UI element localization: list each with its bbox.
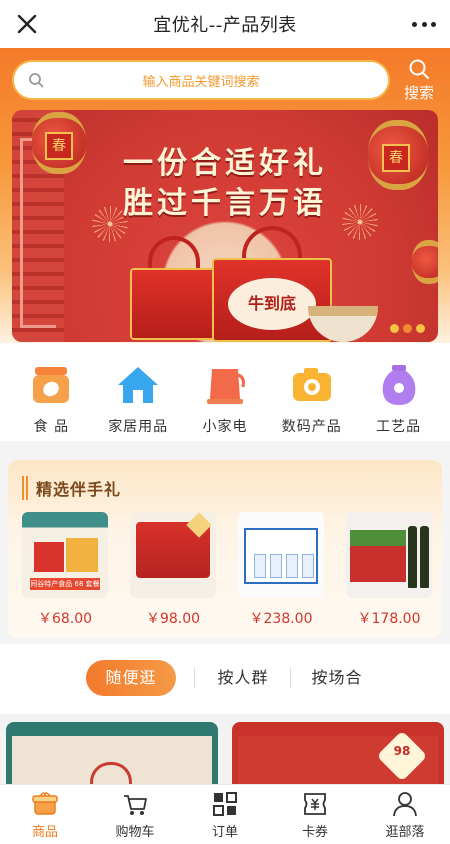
category-label: 数码产品	[281, 419, 342, 435]
category-label: 工艺品	[376, 419, 422, 435]
tab-divider	[194, 668, 195, 688]
category-home[interactable]: 家居用品	[96, 343, 180, 441]
section-title-marker	[22, 476, 28, 500]
bottle-shape	[420, 526, 429, 588]
tab-by-audience[interactable]: 按人群	[204, 660, 282, 696]
product-image[interactable]	[238, 512, 324, 598]
bottle-shape	[408, 526, 417, 588]
tab-browse-freely[interactable]: 随便逛	[86, 660, 176, 696]
category-label: 家居用品	[108, 419, 169, 435]
product-box-shape	[244, 528, 318, 584]
category-label: 食 品	[33, 419, 70, 435]
search-input[interactable]: 输入商品关键词搜索	[12, 60, 390, 100]
product-card[interactable]: 同谷特产食品 68 套餐 ￥68.00	[22, 512, 108, 628]
product-image[interactable]	[130, 512, 216, 598]
search-icon	[409, 59, 429, 79]
product-card[interactable]: 98	[232, 722, 444, 792]
category-food[interactable]: 食 品	[9, 343, 93, 441]
title-bar: 宜优礼--产品列表	[0, 0, 450, 48]
nav-label: 商品	[31, 825, 58, 840]
carousel-dot[interactable]	[390, 324, 399, 333]
gift-box-icon	[32, 792, 58, 815]
product-grid: 98	[0, 714, 450, 792]
craft-vase-icon	[382, 365, 415, 405]
search-placeholder: 输入商品关键词搜索	[142, 74, 260, 90]
search-button[interactable]: 搜索	[398, 58, 440, 102]
gift-box-text: 牛到底	[228, 278, 316, 330]
section-title: 精选伴手礼	[36, 480, 122, 499]
food-jar-icon	[33, 367, 70, 403]
nav-item-tribe[interactable]: 逛部落	[360, 785, 450, 844]
product-card[interactable]: ￥178.00	[346, 512, 432, 628]
coupon-icon	[304, 793, 326, 815]
bottom-nav: 商品 购物车 订单 卡券 逛部落	[0, 784, 450, 844]
search-icon	[29, 73, 44, 88]
nav-item-coupons[interactable]: 卡券	[270, 785, 360, 844]
more-options-icon[interactable]	[412, 12, 436, 36]
gift-box-image: 牛到底	[212, 258, 332, 342]
home-icon	[118, 367, 159, 403]
price-badge-text: 98	[393, 744, 411, 758]
nav-label: 逛部落	[385, 825, 425, 840]
nav-label: 卡券	[301, 825, 328, 840]
category-digital[interactable]: 数码产品	[270, 343, 354, 441]
gift-box-image	[130, 268, 218, 340]
close-icon[interactable]	[12, 9, 42, 39]
product-price: ￥98.00	[145, 611, 201, 627]
gift-bag-handle	[148, 236, 200, 272]
featured-section: 精选伴手礼 同谷特产食品 68 套餐 ￥68.00 ￥98.00 ￥238.00	[8, 460, 442, 638]
cart-icon	[124, 795, 147, 815]
product-image[interactable]	[346, 512, 432, 598]
camera-icon	[292, 368, 331, 401]
page-title: 宜优礼--产品列表	[153, 15, 297, 36]
product-price: ￥238.00	[249, 611, 313, 627]
banner-slogan-line1: 一份合适好礼	[123, 146, 327, 181]
search-button-label: 搜索	[403, 84, 434, 102]
promo-banner[interactable]: 春 春 一份合适好礼 胜过千言万语 牛到底	[12, 110, 438, 342]
lantern-icon	[412, 240, 438, 284]
category-label: 小家电	[202, 419, 248, 435]
category-craft[interactable]: 工艺品	[357, 343, 441, 441]
person-icon	[393, 792, 417, 817]
product-image[interactable]: 同谷特产食品 68 套餐	[22, 512, 108, 598]
product-card[interactable]: ￥238.00	[238, 512, 324, 628]
carousel-dot-active[interactable]	[403, 324, 412, 333]
nav-label: 订单	[211, 825, 238, 840]
product-tag: 同谷特产食品 68 套餐	[30, 578, 100, 590]
product-box-shape	[66, 538, 98, 572]
nav-item-products[interactable]: 商品	[0, 785, 90, 844]
product-price: ￥178.00	[357, 611, 421, 627]
gift-bag-handle	[242, 226, 302, 262]
nav-item-orders[interactable]: 订单	[180, 785, 270, 844]
nav-label: 购物车	[115, 825, 155, 840]
product-card[interactable]: ￥98.00	[130, 512, 216, 628]
category-nav: 食 品 家居用品 小家电 数码产品 工艺品	[0, 343, 450, 441]
order-grid-icon	[213, 792, 237, 816]
product-price: ￥68.00	[37, 611, 93, 627]
category-appliance[interactable]: 小家电	[183, 343, 267, 441]
carousel-indicator[interactable]	[390, 324, 425, 333]
product-box-shape	[34, 542, 64, 572]
carousel-dot[interactable]	[416, 324, 425, 333]
product-card[interactable]	[6, 722, 218, 792]
browse-tabs: 随便逛 按人群 按场合	[0, 644, 450, 714]
product-box-shape	[350, 530, 406, 582]
appliance-icon	[206, 369, 245, 404]
tab-by-occasion[interactable]: 按场合	[298, 660, 376, 696]
banner-slogan-line2: 胜过千言万语	[123, 186, 327, 221]
tab-divider	[290, 668, 291, 688]
nav-item-cart[interactable]: 购物车	[90, 785, 180, 844]
